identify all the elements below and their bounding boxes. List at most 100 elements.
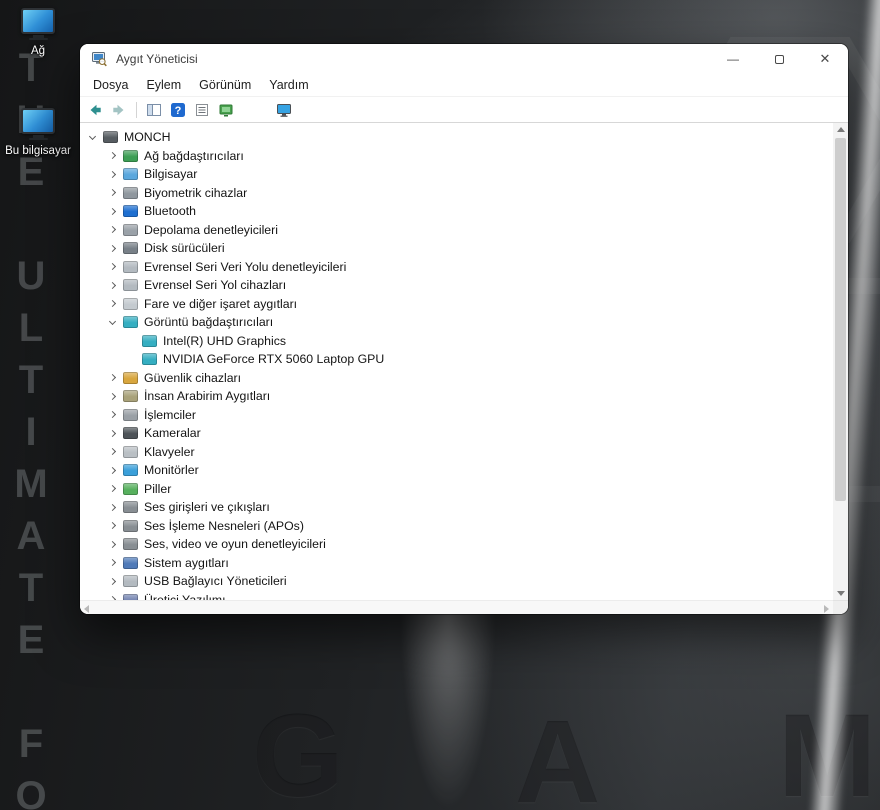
- bluetooth-icon: [123, 205, 138, 218]
- menu-dosya[interactable]: Dosya: [84, 75, 137, 95]
- tree-item-kameralar[interactable]: Kameralar: [80, 424, 833, 443]
- export-list-button[interactable]: [193, 101, 211, 119]
- tree-item-label: Ses girişleri ve çıkışları: [144, 500, 270, 515]
- tree-item-g-venlik-cihazlar[interactable]: Güvenlik cihazları: [80, 369, 833, 388]
- window-controls: — ✕: [710, 44, 848, 74]
- tree-item-ses-video-ve-oyun-denetleyicileri[interactable]: Ses, video ve oyun denetleyicileri: [80, 535, 833, 554]
- wallpaper-vertical-text: THE ULTIMATE FO: [9, 46, 53, 810]
- chevron-right-icon[interactable]: [104, 295, 121, 312]
- chevron-right-icon[interactable]: [104, 166, 121, 183]
- gpu-icon: [142, 353, 157, 366]
- horizontal-scrollbar[interactable]: [80, 600, 833, 614]
- scroll-up-icon[interactable]: [836, 127, 845, 132]
- desktop-icon-this-pc[interactable]: Bu bilgisayar: [1, 108, 75, 157]
- chevron-right-icon[interactable]: [104, 591, 121, 600]
- wallpaper-letter-a: A: [515, 696, 601, 810]
- tree-item-label: Görüntü bağdaştırıcıları: [144, 315, 274, 330]
- chevron-right-icon[interactable]: [104, 388, 121, 405]
- tree-item-i-nsan-arabirim-ayg-tlar[interactable]: İnsan Arabirim Aygıtları: [80, 387, 833, 406]
- tree-item-a-ba-da-t-r-c-lar[interactable]: Ağ bağdaştırıcıları: [80, 147, 833, 166]
- chevron-right-icon[interactable]: [104, 499, 121, 516]
- chevron-right-icon[interactable]: [104, 184, 121, 201]
- scroll-right-icon[interactable]: [824, 604, 829, 613]
- tree-item-disk-s-r-c-leri[interactable]: Disk sürücüleri: [80, 239, 833, 258]
- tree-item-depolama-denetleyicileri[interactable]: Depolama denetleyicileri: [80, 221, 833, 240]
- tree-item-intel-r-uhd-graphics[interactable]: Intel(R) UHD Graphics: [80, 332, 833, 351]
- biometric-device-icon: [123, 186, 138, 199]
- device-manager-icon: [92, 51, 107, 67]
- tree-item-label: Intel(R) UHD Graphics: [163, 333, 286, 348]
- tree-item-klavyeler[interactable]: Klavyeler: [80, 443, 833, 462]
- scrollbar-thumb[interactable]: [835, 138, 846, 501]
- tree-item-g-r-nt-ba-da-t-r-c-lar[interactable]: Görüntü bağdaştırıcıları: [80, 313, 833, 332]
- tree-item-label: Disk sürücüleri: [144, 241, 225, 256]
- chevron-right-icon[interactable]: [104, 443, 121, 460]
- tree-item-label: Bilgisayar: [144, 167, 198, 182]
- tree-item-usb-ba-lay-c-y-neticileri[interactable]: USB Bağlayıcı Yöneticileri: [80, 572, 833, 591]
- tree-item-evrensel-seri-veri-yolu-denetleyicileri[interactable]: Evrensel Seri Veri Yolu denetleyicileri: [80, 258, 833, 277]
- menu-g-r-n-m[interactable]: Görünüm: [190, 75, 260, 95]
- chevron-down-icon[interactable]: [84, 129, 101, 146]
- storage-controller-icon: [123, 223, 138, 236]
- chevron-right-icon[interactable]: [104, 517, 121, 534]
- close-button[interactable]: ✕: [802, 44, 848, 74]
- chevron-right-icon[interactable]: [104, 147, 121, 164]
- back-button[interactable]: [86, 101, 104, 119]
- help-button[interactable]: ?: [169, 101, 187, 119]
- chevron-right-icon[interactable]: [104, 277, 121, 294]
- chevron-right-icon[interactable]: [104, 258, 121, 275]
- scroll-down-icon[interactable]: [836, 591, 845, 596]
- chevron-right-icon[interactable]: [104, 369, 121, 386]
- usb-device-icon: [123, 279, 138, 292]
- tree-item-piller[interactable]: Piller: [80, 480, 833, 499]
- audio-apo-icon: [123, 519, 138, 532]
- chevron-right-icon[interactable]: [104, 554, 121, 571]
- vertical-scrollbar[interactable]: [833, 123, 848, 600]
- this-pc-icon: [1, 108, 75, 140]
- network-icon: [3, 8, 73, 40]
- tree-item-retici-yaz-l-m[interactable]: Üretici Yazılımı: [80, 591, 833, 600]
- tree-item-monch[interactable]: MONCH: [80, 128, 833, 147]
- menu-yard-m[interactable]: Yardım: [260, 75, 317, 95]
- tree-item-fare-ve-di-er-i-aret-ayg-tlar[interactable]: Fare ve diğer işaret aygıtları: [80, 295, 833, 314]
- tree-item-ses-giri-leri-ve-k-lar[interactable]: Ses girişleri ve çıkışları: [80, 498, 833, 517]
- computer-view-button[interactable]: [275, 101, 293, 119]
- chevron-right-icon[interactable]: [104, 573, 121, 590]
- menu-eylem[interactable]: Eylem: [137, 75, 190, 95]
- scrollbar-corner: [833, 600, 848, 614]
- computer-root-icon: [103, 131, 118, 144]
- tree-item-label: Biyometrik cihazlar: [144, 185, 248, 200]
- chevron-right-icon[interactable]: [104, 480, 121, 497]
- camera-icon: [123, 427, 138, 440]
- chevron-down-icon[interactable]: [104, 314, 121, 331]
- wallpaper-letter-g: G: [252, 690, 344, 810]
- tree-item-nvidia-geforce-rtx-5060-laptop-gpu[interactable]: NVIDIA GeForce RTX 5060 Laptop GPU: [80, 350, 833, 369]
- tree-item-monit-rler[interactable]: Monitörler: [80, 461, 833, 480]
- tree-item-evrensel-seri-yol-cihazlar[interactable]: Evrensel Seri Yol cihazları: [80, 276, 833, 295]
- tree-item-label: MONCH: [124, 130, 171, 145]
- maximize-button[interactable]: [756, 44, 802, 74]
- minimize-button[interactable]: —: [710, 44, 756, 74]
- chevron-right-icon[interactable]: [104, 462, 121, 479]
- chevron-right-icon[interactable]: [104, 536, 121, 553]
- chevron-right-icon[interactable]: [104, 425, 121, 442]
- chevron-right-icon[interactable]: [104, 221, 121, 238]
- tree-item-sistem-ayg-tlar[interactable]: Sistem aygıtları: [80, 554, 833, 573]
- scan-hardware-changes-button[interactable]: [217, 101, 235, 119]
- scroll-left-icon[interactable]: [84, 604, 89, 613]
- tree-item-label: Kameralar: [144, 426, 201, 441]
- device-tree: MONCH Ağ bağdaştırıcıları Bilgisayar Biyome…: [80, 123, 833, 600]
- hid-device-icon: [123, 390, 138, 403]
- tree-item-biyometrik-cihazlar[interactable]: Biyometrik cihazlar: [80, 184, 833, 203]
- chevron-right-icon[interactable]: [104, 203, 121, 220]
- chevron-right-icon[interactable]: [104, 406, 121, 423]
- show-console-tree-button[interactable]: [145, 101, 163, 119]
- tree-item-bilgisayar[interactable]: Bilgisayar: [80, 165, 833, 184]
- chevron-right-icon[interactable]: [104, 240, 121, 257]
- tree-item-ses-i-leme-nesneleri-apos[interactable]: Ses İşleme Nesneleri (APOs): [80, 517, 833, 536]
- device-manager-window: Aygıt Yöneticisi — ✕ Dosya Eylem Görünüm Ya…: [80, 44, 848, 614]
- tree-item-i-lemciler[interactable]: İşlemciler: [80, 406, 833, 425]
- forward-button[interactable]: [110, 101, 128, 119]
- tree-item-bluetooth[interactable]: Bluetooth: [80, 202, 833, 221]
- desktop-icon-network[interactable]: Ağ: [3, 8, 73, 57]
